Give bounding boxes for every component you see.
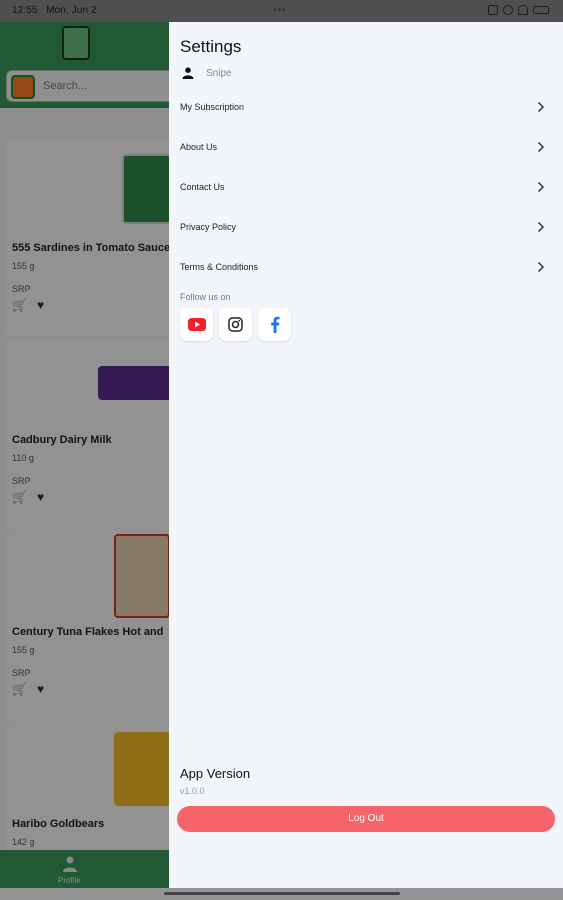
menu-item-label: About Us	[180, 142, 218, 152]
menu-item-label: My Subscription	[180, 102, 245, 112]
menu-item-label: Contact Us	[180, 182, 225, 192]
facebook-button[interactable]	[258, 308, 291, 341]
user-name: Snipe	[206, 67, 232, 79]
menu-item-label: Terms & Conditions	[180, 262, 259, 272]
gesture-navigation-bar[interactable]	[164, 892, 400, 895]
chevron-right-icon	[537, 101, 545, 113]
logout-button[interactable]: Log Out	[177, 806, 555, 832]
menu-item-label: Privacy Policy	[180, 222, 237, 232]
youtube-button[interactable]	[180, 308, 213, 341]
follow-us-label: Follow us on	[180, 292, 231, 302]
settings-menu: My Subscription About Us Contact Us Priv…	[169, 87, 563, 287]
user-row: Snipe	[182, 67, 232, 79]
chevron-right-icon	[537, 141, 545, 153]
social-links	[180, 308, 291, 341]
menu-item-my-subscription[interactable]: My Subscription	[169, 87, 563, 127]
app-version-label: App Version	[180, 766, 251, 781]
menu-item-contact-us[interactable]: Contact Us	[169, 167, 563, 207]
facebook-icon	[270, 316, 279, 333]
menu-item-privacy-policy[interactable]: Privacy Policy	[169, 207, 563, 247]
chevron-right-icon	[537, 261, 545, 273]
drawer-title: Settings	[180, 37, 242, 56]
youtube-icon	[187, 318, 206, 331]
instagram-icon	[228, 317, 243, 332]
app-version-value: v1.0.0	[180, 786, 205, 796]
chevron-right-icon	[537, 181, 545, 193]
menu-item-about-us[interactable]: About Us	[169, 127, 563, 167]
settings-drawer: Settings Snipe My Subscription About Us …	[169, 22, 563, 888]
person-icon	[182, 67, 194, 79]
instagram-button[interactable]	[219, 308, 252, 341]
chevron-right-icon	[537, 221, 545, 233]
menu-item-terms-conditions[interactable]: Terms & Conditions	[169, 247, 563, 287]
